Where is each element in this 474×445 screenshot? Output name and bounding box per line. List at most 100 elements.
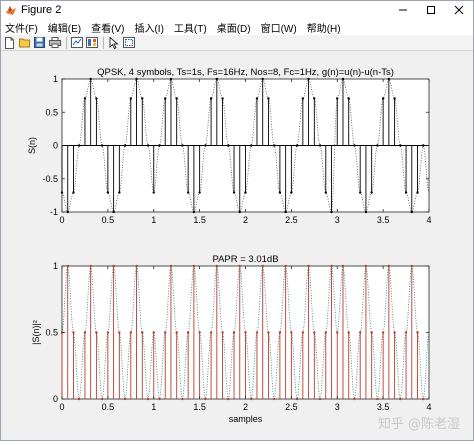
menu-desktop[interactable]: 桌面(D) (217, 20, 251, 35)
stem-marker (301, 331, 305, 334)
x-tick-label: 1 (151, 215, 156, 225)
stem-marker (227, 397, 230, 401)
x-tick-label: 0 (59, 402, 64, 412)
stem-59 (399, 397, 402, 401)
menu-file[interactable]: 文件(F) (5, 20, 38, 35)
stem-marker (267, 331, 270, 334)
menu-bar: 文件(F) 编辑(E) 查看(V) 插入(I) 工具(T) 桌面(D) 窗口(W… (1, 19, 473, 35)
y-tick-label: 0 (53, 141, 58, 151)
y-tick-label: 0 (53, 394, 58, 404)
stem-marker (330, 210, 333, 214)
stem-marker (118, 331, 121, 334)
stem-marker (324, 331, 327, 334)
stem-marker (112, 210, 115, 214)
menu-window[interactable]: 窗口(W) (261, 20, 297, 35)
save-button[interactable] (33, 36, 46, 49)
figure-canvas[interactable]: 0 0.5 1 1.5 2 2.5 3 3.5 4 -1 -0.5 0 0.5 1 QPSK, 4 sy… (2, 52, 472, 440)
open-button[interactable] (18, 36, 31, 49)
stem-marker (60, 191, 64, 194)
x-tick-label: 2 (243, 215, 248, 225)
stem-marker (95, 97, 98, 100)
axes-bottom[interactable]: 0 0.5 1 1.5 2 2.5 3 3.5 4 0 0.5 1 PAPR = 3.01dB sa… (31, 254, 432, 424)
x-tick-label: 2 (243, 402, 248, 412)
stem-marker (106, 191, 110, 194)
stem-marker (341, 264, 345, 268)
stem-marker (364, 210, 368, 214)
stem-33 (250, 397, 253, 401)
stem-marker (278, 191, 282, 194)
stem-marker (129, 97, 133, 100)
stem-marker (169, 264, 173, 268)
x-tick-label: 2.5 (285, 215, 298, 225)
stem-marker (66, 210, 69, 214)
stem-marker (307, 77, 310, 81)
stem-marker (175, 97, 178, 100)
stem-45 (318, 397, 322, 401)
stem-marker (152, 191, 155, 194)
edit-plot-button[interactable] (122, 36, 135, 49)
stem-marker (169, 77, 173, 81)
stem-marker (267, 97, 270, 100)
stem-25 (204, 397, 207, 401)
axes-top[interactable]: 0 0.5 1 1.5 2 2.5 3 3.5 4 -1 -0.5 0 0.5 1 QPSK, 4 sy… (27, 67, 432, 225)
stem-marker (186, 191, 190, 194)
stem-marker (95, 331, 98, 334)
menu-edit[interactable]: 编辑(E) (48, 20, 81, 35)
title-bar: Figure 2 (1, 1, 473, 19)
stem-marker (83, 97, 87, 100)
stem-marker (198, 331, 201, 334)
menu-view[interactable]: 查看(V) (91, 20, 124, 35)
bottom-axes-title: PAPR = 3.01dB (212, 254, 278, 265)
y-tick-label: -1 (50, 207, 58, 217)
stem-3 (78, 397, 81, 401)
save-icon (34, 37, 45, 48)
menu-tools[interactable]: 工具(T) (174, 20, 207, 35)
stem-marker (307, 264, 310, 268)
x-tick-label: 1 (151, 402, 156, 412)
stem-marker (106, 331, 110, 334)
y-tick-label: 0.5 (45, 328, 58, 338)
x-tick-label: 0 (59, 215, 64, 225)
stem-marker (112, 264, 115, 268)
stem-marker (192, 210, 196, 214)
stem-marker (141, 331, 144, 334)
stem-marker (261, 264, 264, 268)
stem-marker (330, 264, 333, 268)
maximize-button[interactable] (417, 1, 445, 19)
x-tick-label: 3.5 (377, 215, 390, 225)
stem-marker (221, 97, 224, 100)
link-plot-button[interactable] (70, 36, 83, 49)
stem-marker (381, 97, 385, 100)
stem-marker (232, 191, 236, 194)
stem-marker (123, 397, 127, 401)
link-plot-icon (70, 37, 83, 48)
toolbar-separator (66, 36, 67, 49)
stem-marker (66, 264, 69, 268)
stem-marker (89, 77, 92, 81)
pointer-button[interactable] (107, 36, 120, 49)
stem-marker (238, 210, 241, 214)
stem-marker (410, 264, 413, 268)
minimize-button[interactable] (389, 1, 417, 19)
stem-marker (158, 397, 161, 401)
stem-marker (404, 191, 408, 194)
stem-marker (376, 397, 379, 401)
stem-marker (313, 331, 316, 334)
stem-marker (129, 331, 133, 334)
stem-marker (164, 331, 167, 334)
close-button[interactable] (445, 1, 473, 19)
stem-marker (290, 191, 293, 194)
new-file-button[interactable] (3, 36, 16, 49)
matlab-icon (6, 6, 16, 15)
stem-51 (353, 397, 356, 401)
insert-colorbar-button[interactable] (85, 36, 98, 49)
minimize-icon (399, 9, 407, 11)
figure-window: Figure 2 文件(F) 编辑(E) 查看(V) 插入(I) 工具(T) 桌… (0, 0, 474, 441)
stem-marker (347, 331, 350, 334)
stem-marker (261, 77, 264, 81)
menu-insert[interactable]: 插入(I) (134, 20, 163, 35)
stem-marker (336, 331, 339, 334)
menu-help[interactable]: 帮助(H) (307, 20, 341, 35)
stem-marker (238, 264, 241, 268)
print-button[interactable] (48, 36, 61, 49)
